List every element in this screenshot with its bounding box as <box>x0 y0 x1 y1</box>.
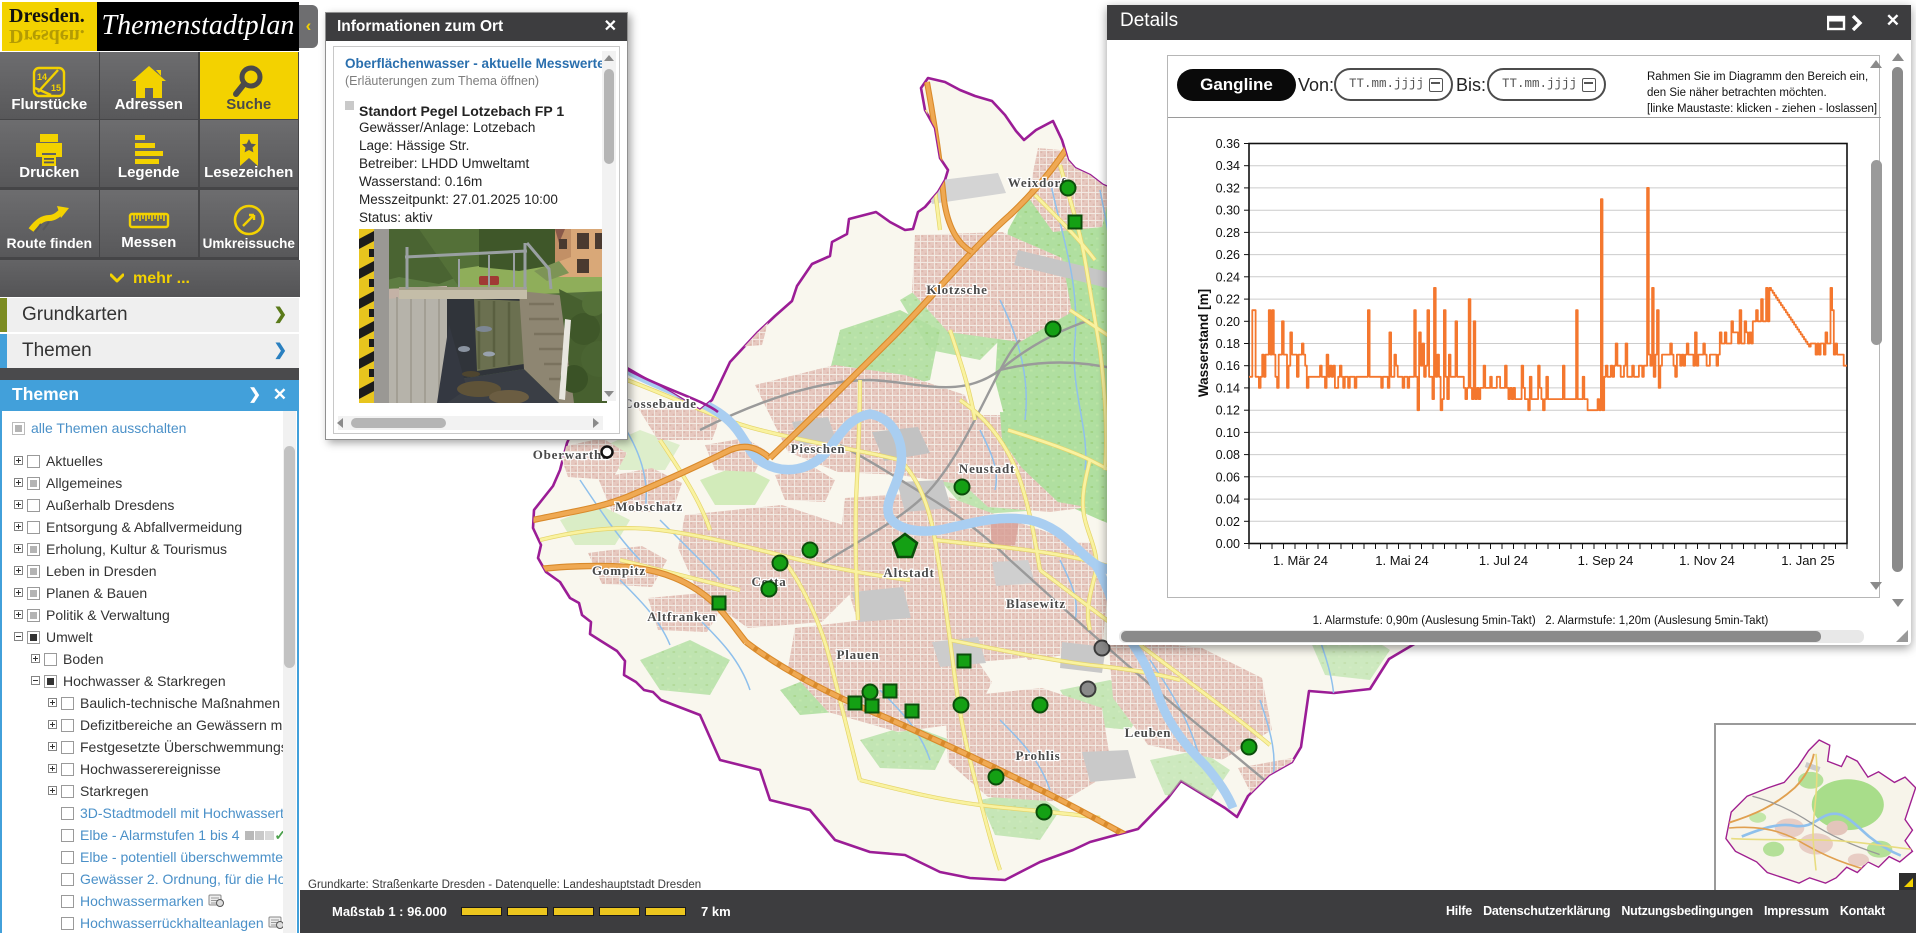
svg-text:Blasewitz: Blasewitz <box>1006 596 1066 611</box>
svg-text:0.02: 0.02 <box>1216 515 1240 529</box>
svg-text:0.36: 0.36 <box>1216 137 1240 151</box>
svg-text:14: 14 <box>37 72 47 82</box>
svg-text:Klotzsche: Klotzsche <box>926 282 987 297</box>
svg-text:Gompitz: Gompitz <box>592 563 646 578</box>
svg-text:Oberwartha: Oberwartha <box>533 447 610 462</box>
svg-text:Leuben: Leuben <box>1125 725 1172 740</box>
svg-text:0.06: 0.06 <box>1216 470 1240 484</box>
svg-text:0.30: 0.30 <box>1216 204 1240 218</box>
svg-text:Pieschen: Pieschen <box>791 441 846 456</box>
svg-text:Mobschatz: Mobschatz <box>615 499 683 514</box>
svg-text:1. Jan 25: 1. Jan 25 <box>1781 553 1835 568</box>
svg-text:1. Mai 24: 1. Mai 24 <box>1375 553 1428 568</box>
svg-text:1. Mär 24: 1. Mär 24 <box>1273 553 1328 568</box>
svg-text:Weixdorf: Weixdorf <box>1008 175 1066 190</box>
svg-text:Neustadt: Neustadt <box>959 461 1015 476</box>
svg-text:Altfranken: Altfranken <box>647 609 716 624</box>
svg-text:0.00: 0.00 <box>1216 537 1240 551</box>
svg-text:0.22: 0.22 <box>1216 293 1240 307</box>
svg-text:0.32: 0.32 <box>1216 181 1240 195</box>
svg-text:0.12: 0.12 <box>1216 404 1240 418</box>
svg-text:0.10: 0.10 <box>1216 426 1240 440</box>
svg-text:1. Jul 24: 1. Jul 24 <box>1479 553 1528 568</box>
svg-text:Wasserstand [m]: Wasserstand [m] <box>1196 289 1211 397</box>
svg-text:15: 15 <box>51 83 61 93</box>
svg-text:0.08: 0.08 <box>1216 448 1240 462</box>
svg-text:Altstadt: Altstadt <box>883 565 934 580</box>
svg-text:1. Nov 24: 1. Nov 24 <box>1679 553 1735 568</box>
svg-text:0.04: 0.04 <box>1216 493 1240 507</box>
svg-text:0.18: 0.18 <box>1216 337 1240 351</box>
svg-text:0.28: 0.28 <box>1216 226 1240 240</box>
svg-text:Plauen: Plauen <box>836 647 879 662</box>
svg-text:0.20: 0.20 <box>1216 315 1240 329</box>
svg-text:0.26: 0.26 <box>1216 248 1240 262</box>
svg-text:0.34: 0.34 <box>1216 159 1240 173</box>
svg-text:Cossebaude: Cossebaude <box>623 396 697 411</box>
svg-text:Prohlis: Prohlis <box>1015 748 1060 763</box>
svg-text:0.14: 0.14 <box>1216 381 1240 395</box>
svg-text:1. Sep 24: 1. Sep 24 <box>1578 553 1634 568</box>
svg-text:0.16: 0.16 <box>1216 359 1240 373</box>
svg-text:0.24: 0.24 <box>1216 270 1240 284</box>
